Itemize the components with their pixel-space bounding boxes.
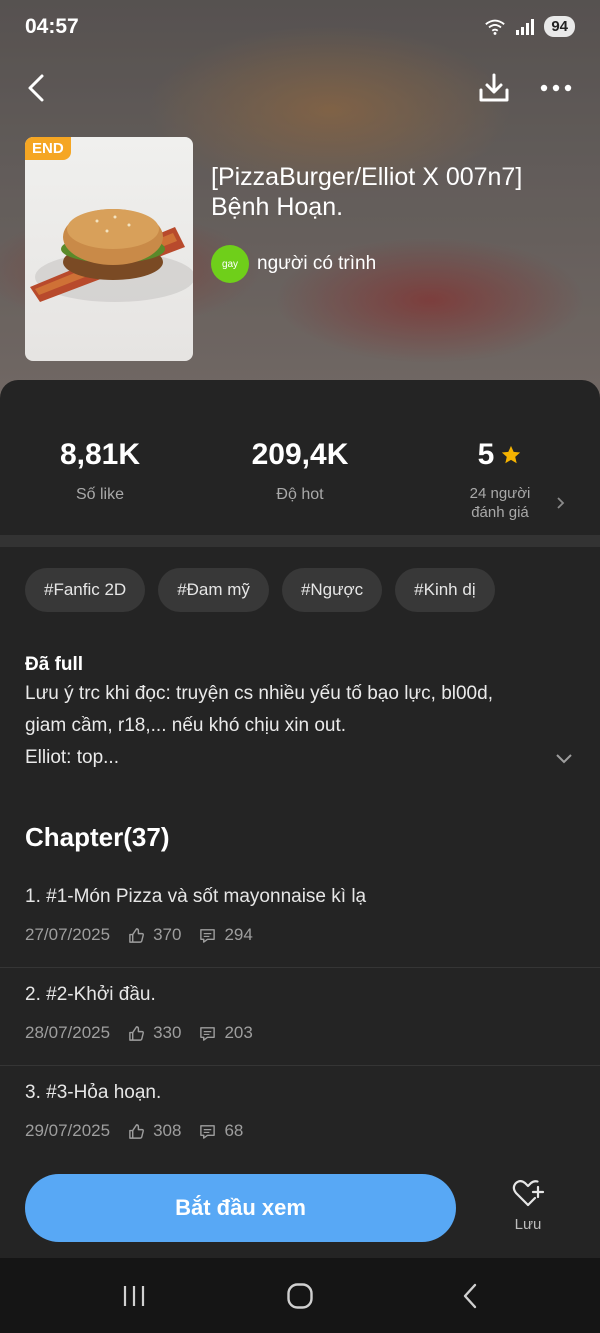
chapter-comments: 68 xyxy=(224,1121,244,1140)
chapter-row[interactable]: 2. #2-Khởi đầu. 28/07/2025 330 203 xyxy=(0,968,600,1066)
chapter-meta: 27/07/2025 370 294 xyxy=(25,925,253,945)
chapter-heading: Chapter(37) xyxy=(25,822,170,852)
save-button[interactable]: Lưu xyxy=(498,1178,558,1248)
chevron-down-icon[interactable] xyxy=(555,753,573,765)
description-line: Elliot: top... xyxy=(25,747,119,768)
comment-icon xyxy=(200,928,216,943)
rating-stat[interactable]: 5 24 người đánh giá xyxy=(400,438,600,521)
recent-apps-icon[interactable] xyxy=(120,1284,148,1308)
bottom-action-bar: Bắt đầu xem Lưu xyxy=(0,1158,600,1258)
chapter-likes: 370 xyxy=(153,925,182,944)
system-nav-bar xyxy=(0,1258,600,1333)
tag-chip[interactable]: #Đam mỹ xyxy=(158,568,269,612)
back-arrow-icon[interactable] xyxy=(20,70,56,106)
hot-label: Độ hot xyxy=(276,486,324,503)
author-avatar: gay xyxy=(211,245,249,283)
like-icon xyxy=(129,1123,145,1139)
story-title: [PizzaBurger/Elliot X 007n7] Bệnh Hoạn. xyxy=(211,163,523,221)
cover-image xyxy=(30,209,193,302)
chapter-title: 3. #3-Hỏa hoạn. xyxy=(25,1082,162,1103)
status-icons: 94 xyxy=(484,16,575,37)
start-reading-button[interactable]: Bắt đầu xem xyxy=(25,1174,456,1242)
download-icon[interactable] xyxy=(476,70,512,106)
more-options-icon[interactable] xyxy=(536,70,576,106)
like-icon xyxy=(129,927,145,943)
author-name: người có trình xyxy=(257,253,377,274)
chapter-date: 27/07/2025 xyxy=(25,925,111,944)
chapter-meta: 28/07/2025 330 203 xyxy=(25,1023,253,1043)
wifi-icon xyxy=(485,19,506,35)
chapter-comments: 203 xyxy=(224,1023,253,1042)
content-panel: 8,81K Số like 209,4K Độ hot 5 24 người đ… xyxy=(0,380,600,1280)
rating-count-line2: đánh giá xyxy=(471,504,529,521)
signal-icon xyxy=(516,18,535,35)
tag-chip[interactable]: #Ngược xyxy=(281,568,383,612)
rating-value: 5 xyxy=(477,438,495,471)
section-divider xyxy=(0,535,600,547)
description[interactable]: Đã full Lưu ý trc khi đọc: truyện cs nhi… xyxy=(25,652,575,774)
rating-count-line1: 24 người xyxy=(469,485,531,502)
save-label: Lưu xyxy=(514,1216,542,1233)
status-time: 04:57 xyxy=(25,15,79,38)
hot-value: 209,4K xyxy=(251,438,349,471)
likes-value: 8,81K xyxy=(59,438,141,471)
chapter-likes: 330 xyxy=(153,1023,182,1042)
like-icon xyxy=(129,1025,145,1041)
status-bar: 04:57 94 xyxy=(0,0,600,56)
rating-row: 5 xyxy=(400,438,600,472)
description-line: Lưu ý trc khi đọc: truyện cs nhiều yếu t… xyxy=(25,683,493,704)
heart-plus-icon xyxy=(512,1180,545,1207)
story-cover[interactable]: END xyxy=(25,137,193,361)
tag-chip[interactable]: #Kinh dị xyxy=(395,568,495,612)
system-back-icon[interactable] xyxy=(460,1282,480,1310)
chapter-comments: 294 xyxy=(224,925,253,944)
chapter-meta: 29/07/2025 308 68 xyxy=(25,1121,243,1141)
rating-count: 24 người đánh giá xyxy=(460,484,540,522)
chapter-list: 1. #1-Món Pizza và sốt mayonnaise kì lạ … xyxy=(0,870,600,1164)
hot-stat: 209,4K Độ hot xyxy=(200,438,400,504)
description-line: giam cầm, r18,... nếu khó chịu xin out. xyxy=(25,715,347,736)
tag-chip[interactable]: #Fanfic 2D xyxy=(25,568,146,612)
chapter-title: 2. #2-Khởi đầu. xyxy=(25,984,156,1005)
chapter-row[interactable]: 1. #1-Món Pizza và sốt mayonnaise kì lạ … xyxy=(0,870,600,968)
chapter-likes: 308 xyxy=(153,1121,182,1140)
stats-row: 8,81K Số like 209,4K Độ hot 5 24 người đ… xyxy=(0,380,600,535)
chapter-row[interactable]: 3. #3-Hỏa hoạn. 29/07/2025 308 68 xyxy=(0,1066,600,1164)
chapter-date: 29/07/2025 xyxy=(25,1121,111,1140)
tag-list: #Fanfic 2D #Đam mỹ #Ngược #Kinh dị xyxy=(25,568,495,612)
author-row[interactable]: gay người có trình xyxy=(211,245,376,283)
likes-label: Số like xyxy=(75,486,125,503)
chapter-date: 28/07/2025 xyxy=(25,1023,111,1042)
likes-stat: 8,81K Số like xyxy=(0,438,200,504)
chevron-right-icon xyxy=(557,497,565,509)
top-nav xyxy=(0,62,600,114)
star-icon xyxy=(502,445,521,464)
battery-indicator: 94 xyxy=(544,16,575,37)
end-badge: END xyxy=(25,137,71,160)
comment-icon xyxy=(200,1026,216,1041)
completion-status: Đã full xyxy=(25,654,84,675)
chapter-title: 1. #1-Món Pizza và sốt mayonnaise kì lạ xyxy=(25,886,367,907)
comment-icon xyxy=(200,1124,216,1139)
home-icon[interactable] xyxy=(286,1282,314,1310)
